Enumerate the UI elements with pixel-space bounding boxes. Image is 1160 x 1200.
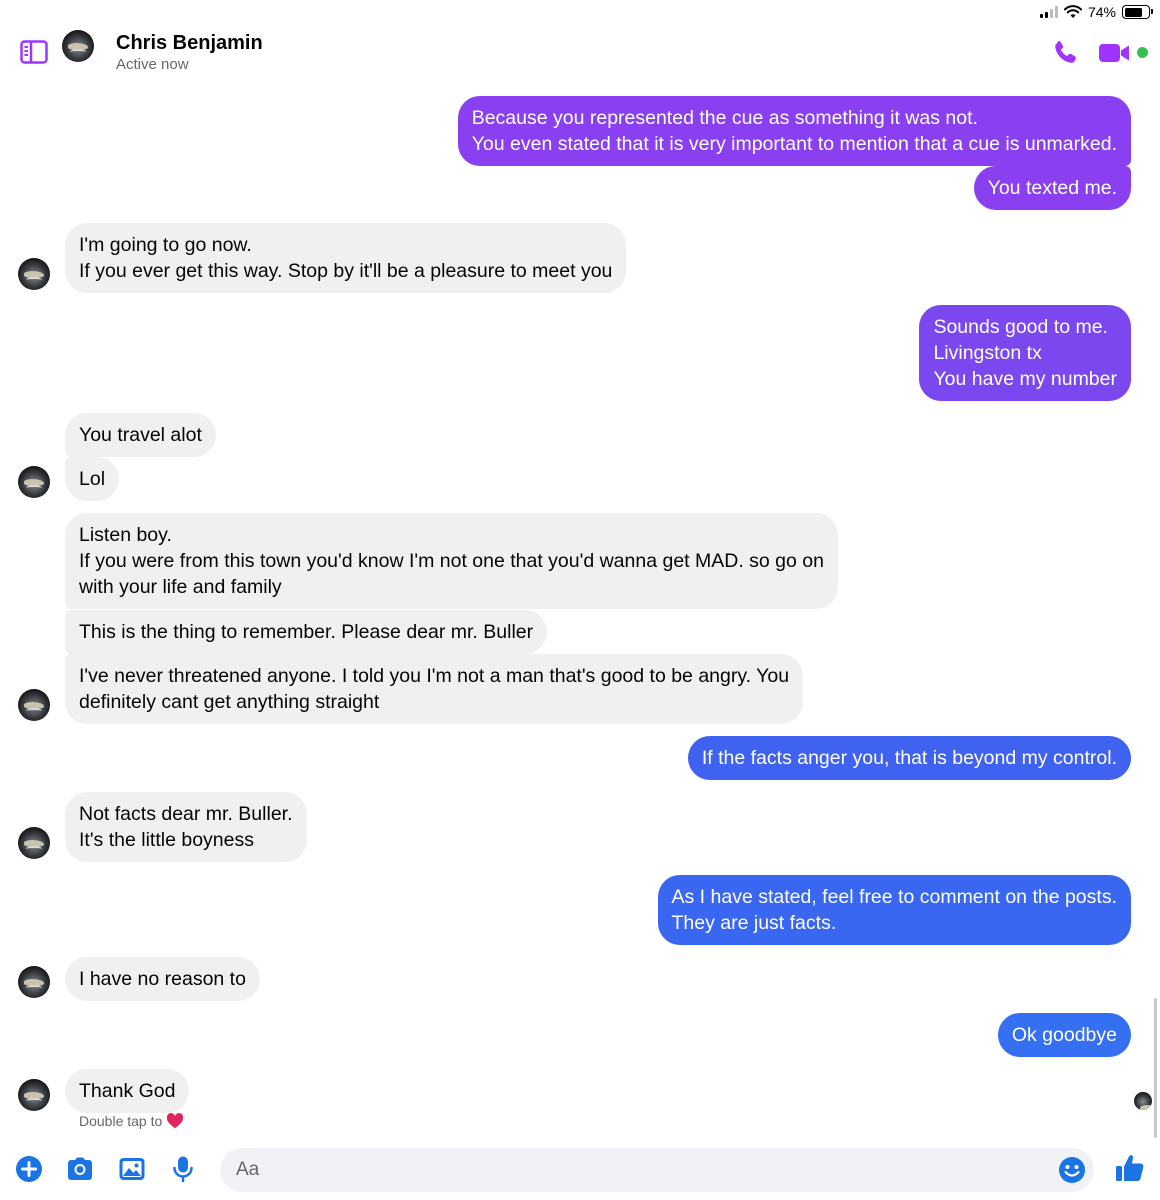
- message-bubble-incoming[interactable]: This is the thing to remember. Please de…: [65, 610, 548, 654]
- status-bar: 74%: [860, 0, 1160, 24]
- message-input-box[interactable]: [220, 1148, 1094, 1192]
- message-bubble-incoming[interactable]: Lol: [65, 457, 120, 501]
- message-bubble-outgoing[interactable]: If the facts anger you, that is beyond m…: [687, 736, 1131, 780]
- message-bubble-incoming[interactable]: Not facts dear mr. Buller. It's the litt…: [65, 792, 307, 862]
- plus-icon[interactable]: [14, 1154, 44, 1184]
- message-composer: [0, 1146, 1160, 1196]
- avatar[interactable]: [18, 1079, 50, 1111]
- phone-icon[interactable]: [1050, 38, 1080, 68]
- avatar[interactable]: [62, 30, 94, 62]
- video-camera-icon[interactable]: [1098, 38, 1132, 68]
- battery-percent: 74%: [1087, 4, 1116, 20]
- message-bubble-outgoing[interactable]: Because you represented the cue as somet…: [457, 96, 1131, 166]
- avatar[interactable]: [18, 966, 50, 998]
- active-status: Active now: [116, 56, 189, 73]
- message-bubble-outgoing[interactable]: Ok goodbye: [997, 1013, 1131, 1057]
- scrollbar[interactable]: [1154, 998, 1157, 1138]
- heart-icon[interactable]: [166, 1113, 184, 1129]
- message-bubble-outgoing[interactable]: As I have stated, feel free to comment o…: [657, 875, 1131, 945]
- avatar[interactable]: [18, 827, 50, 859]
- message-bubble-incoming[interactable]: I'm going to go now. If you ever get thi…: [65, 223, 627, 293]
- thumbs-up-icon[interactable]: [1114, 1152, 1146, 1184]
- message-bubble-outgoing[interactable]: You texted me.: [973, 166, 1131, 210]
- conversation-header: Chris Benjamin Active now: [0, 22, 1160, 82]
- wifi-icon: [1063, 5, 1082, 18]
- contact-name[interactable]: Chris Benjamin: [116, 32, 263, 55]
- battery-icon: [1122, 5, 1153, 19]
- image-icon[interactable]: [117, 1154, 147, 1184]
- reaction-hint-text: Double tap to: [79, 1113, 163, 1129]
- message-input[interactable]: [236, 1148, 1036, 1192]
- avatar[interactable]: [18, 258, 50, 290]
- microphone-icon[interactable]: [168, 1154, 198, 1184]
- message-bubble-incoming[interactable]: Thank God: [65, 1069, 190, 1113]
- avatar[interactable]: [18, 689, 50, 721]
- message-bubble-incoming[interactable]: I have no reason to: [65, 957, 260, 1001]
- cellular-signal-icon: [1039, 6, 1058, 18]
- seen-avatar: [1134, 1092, 1152, 1110]
- camera-icon[interactable]: [65, 1154, 95, 1184]
- message-bubble-outgoing[interactable]: Sounds good to me. Livingston tx You hav…: [919, 305, 1131, 401]
- avatar[interactable]: [18, 466, 50, 498]
- reaction-hint: Double tap to: [79, 1113, 184, 1129]
- message-bubble-incoming[interactable]: Listen boy. If you were from this town y…: [65, 513, 838, 609]
- message-bubble-incoming[interactable]: I've never threatened anyone. I told you…: [65, 654, 804, 724]
- emoji-icon[interactable]: [1058, 1156, 1086, 1184]
- message-bubble-incoming[interactable]: You travel alot: [65, 413, 216, 457]
- sidebar-toggle-icon[interactable]: [20, 40, 48, 64]
- active-indicator: [1137, 47, 1148, 58]
